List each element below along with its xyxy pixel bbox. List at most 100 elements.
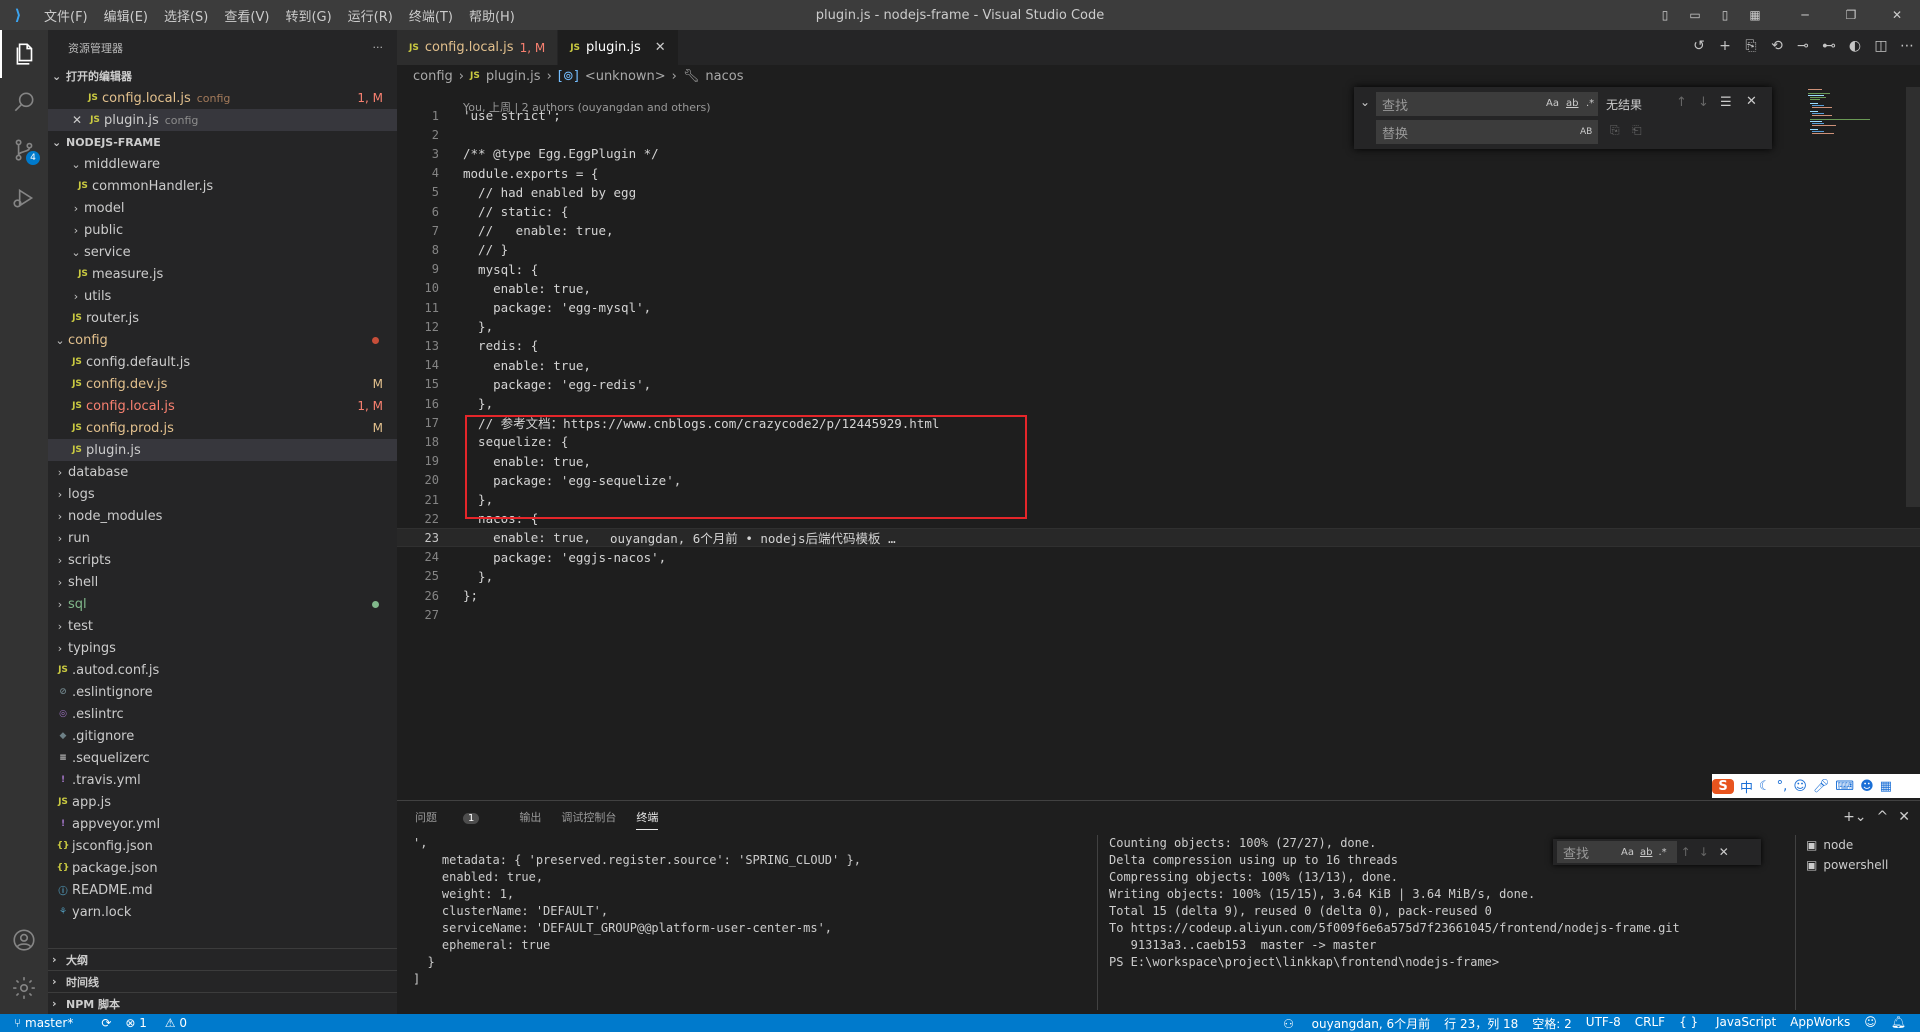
file-item[interactable]: JS app.js — [48, 791, 397, 813]
folder-item[interactable]: › test — [48, 615, 397, 637]
match-case-icon[interactable]: Aa — [1546, 98, 1559, 109]
match-word-icon[interactable]: ab — [1566, 98, 1578, 109]
code-line[interactable]: 8 // } — [397, 240, 1920, 259]
split-editor-icon[interactable]: ◫ — [1868, 38, 1894, 54]
file-item[interactable]: ◎ .eslintrc — [48, 703, 397, 725]
folder-item[interactable]: › typings — [48, 637, 397, 659]
close-window-button[interactable]: ✕ — [1874, 8, 1920, 22]
breadcrumb-folder[interactable]: config — [413, 69, 453, 84]
folder-item[interactable]: › run — [48, 527, 397, 549]
folder-item[interactable]: › scripts — [48, 549, 397, 571]
term-regex-icon[interactable]: .* — [1658, 847, 1666, 858]
next-change-icon[interactable]: ⊷ — [1816, 38, 1842, 54]
prev-change-icon[interactable]: ⊸ — [1790, 38, 1816, 54]
user-icon[interactable]: ☻ — [1860, 779, 1874, 794]
file-item[interactable]: ◆ .gitignore — [48, 725, 397, 747]
tab-plugin[interactable]: JS plugin.js ✕ — [558, 30, 679, 65]
toggle-panel-icon[interactable]: ▭ — [1680, 8, 1710, 22]
source-control-icon[interactable]: 4 — [0, 126, 48, 174]
editor-scrollbar[interactable] — [1906, 87, 1920, 507]
replace-input[interactable]: 替换 — [1376, 120, 1598, 144]
manage-gear-icon[interactable] — [0, 964, 48, 1012]
sync-icon[interactable]: ⟳ — [101, 1016, 111, 1030]
folder-item[interactable]: ⌄ config — [48, 329, 397, 351]
file-item[interactable]: JS config.default.js — [48, 351, 397, 373]
regex-icon[interactable]: .* — [1586, 98, 1594, 109]
file-item[interactable]: JS plugin.js — [48, 439, 397, 461]
file-item[interactable]: {} jsconfig.json — [48, 835, 397, 857]
outline-header[interactable]: › 大纲 — [48, 948, 397, 970]
explorer-icon[interactable] — [0, 30, 48, 78]
term-next-icon[interactable]: ↓ — [1699, 845, 1709, 859]
file-item[interactable]: {} package.json — [48, 857, 397, 879]
microphone-icon[interactable]: 🎤︎ — [1813, 779, 1830, 794]
open-editor-item[interactable]: JS config.local.js config 1, M — [48, 87, 397, 109]
open-changes-icon[interactable]: ⎘ — [1738, 38, 1764, 54]
code-line[interactable]: 9 mysql: { — [397, 260, 1920, 279]
git-compare-icon[interactable]: ⟲ — [1764, 38, 1790, 54]
folder-item[interactable]: ⌄ middleware — [48, 153, 397, 175]
file-item[interactable]: JS commonHandler.js — [48, 175, 397, 197]
folder-item[interactable]: › public — [48, 219, 397, 241]
maximize-panel-icon[interactable]: ^ — [1877, 809, 1889, 825]
file-item[interactable]: JS config.dev.js M — [48, 373, 397, 395]
encoding-status[interactable]: UTF-8 — [1586, 1015, 1621, 1032]
file-item[interactable]: ⚘ yarn.lock — [48, 901, 397, 923]
folder-item[interactable]: › node_modules — [48, 505, 397, 527]
close-tab-icon[interactable]: ✕ — [655, 40, 666, 55]
close-icon[interactable]: ✕ — [72, 113, 86, 127]
search-icon[interactable] — [0, 78, 48, 126]
add-icon[interactable]: + — [1712, 38, 1738, 54]
code-line[interactable]: 16 }, — [397, 394, 1920, 413]
replace-icon[interactable]: ⎘ — [1610, 123, 1620, 138]
problems-status[interactable]: ⊗ 1 ⚠ 0 — [125, 1016, 201, 1030]
punctuation-icon[interactable]: °, — [1777, 779, 1788, 794]
menu-run[interactable]: 运行(R) — [340, 6, 401, 25]
file-item[interactable]: JS config.local.js 1, M — [48, 395, 397, 417]
code-line[interactable]: 26}; — [397, 586, 1920, 605]
folder-item[interactable]: › model — [48, 197, 397, 219]
tab-output[interactable]: 输出 — [519, 809, 541, 830]
find-in-selection-icon[interactable]: ☰ — [1720, 95, 1732, 110]
breadcrumb-file[interactable]: plugin.js — [486, 69, 541, 84]
close-panel-icon[interactable]: ✕ — [1898, 809, 1910, 825]
notifications-icon[interactable]: 🔔︎ — [1891, 1015, 1906, 1032]
toggle-sidebar-icon[interactable]: ▯ — [1650, 8, 1680, 22]
minimize-button[interactable]: ─ — [1782, 8, 1828, 22]
code-line[interactable]: 12 }, — [397, 317, 1920, 336]
code-line[interactable]: 10 enable: true, — [397, 279, 1920, 298]
emoji-icon[interactable]: ☺ — [1793, 779, 1807, 794]
feedback-icon[interactable]: ☺ — [1864, 1015, 1877, 1032]
file-item[interactable]: ! .travis.yml — [48, 769, 397, 791]
code-line[interactable]: 23 enable: true, ouyangdan, 6个月前 • nodejs… — [397, 528, 1920, 548]
more-actions-icon[interactable]: ⋯ — [1894, 38, 1920, 54]
folder-item[interactable]: › utils — [48, 285, 397, 307]
code-line[interactable]: 27 — [397, 605, 1920, 624]
code-line[interactable]: 5 // had enabled by egg — [397, 183, 1920, 202]
file-item[interactable]: JS .autod.conf.js — [48, 659, 397, 681]
replace-all-icon[interactable]: ⎗ — [1632, 123, 1642, 138]
tab-config-local[interactable]: JS config.local.js 1, M — [397, 30, 559, 65]
new-terminal-icon[interactable]: +⌄ — [1843, 809, 1866, 825]
run-debug-icon[interactable] — [0, 174, 48, 222]
folder-item[interactable]: › logs — [48, 483, 397, 505]
terminal-item-powershell[interactable]: ▣ powershell — [1796, 855, 1920, 875]
branch-status[interactable]: ⑂ master* — [14, 1016, 87, 1030]
ime-mode-label[interactable]: 中 — [1740, 777, 1753, 796]
history-icon[interactable]: ↺ — [1686, 38, 1712, 54]
folder-item[interactable]: › database — [48, 461, 397, 483]
code-line[interactable]: 13 redis: { — [397, 336, 1920, 355]
menu-edit[interactable]: 编辑(E) — [96, 6, 156, 25]
terminal-left[interactable]: ', metadata: { 'preserved.register.sourc… — [413, 835, 861, 988]
language-status[interactable]: { } JavaScript — [1679, 1015, 1776, 1032]
restore-button[interactable]: ❐ — [1828, 8, 1874, 22]
eol-status[interactable]: CRLF — [1635, 1015, 1665, 1032]
menu-help[interactable]: 帮助(H) — [461, 6, 523, 25]
tab-terminal[interactable]: 终端 — [636, 809, 659, 830]
blame-icon[interactable]: ◐ — [1842, 38, 1868, 54]
file-item[interactable]: ≡ .sequelizerc — [48, 747, 397, 769]
file-item[interactable]: JS config.prod.js M — [48, 417, 397, 439]
folder-item[interactable]: › sql — [48, 593, 397, 615]
tab-problems[interactable]: 问题 1 — [415, 809, 499, 830]
blame-status[interactable]: ⚇ ouyangdan, 6个月前 — [1283, 1015, 1430, 1032]
